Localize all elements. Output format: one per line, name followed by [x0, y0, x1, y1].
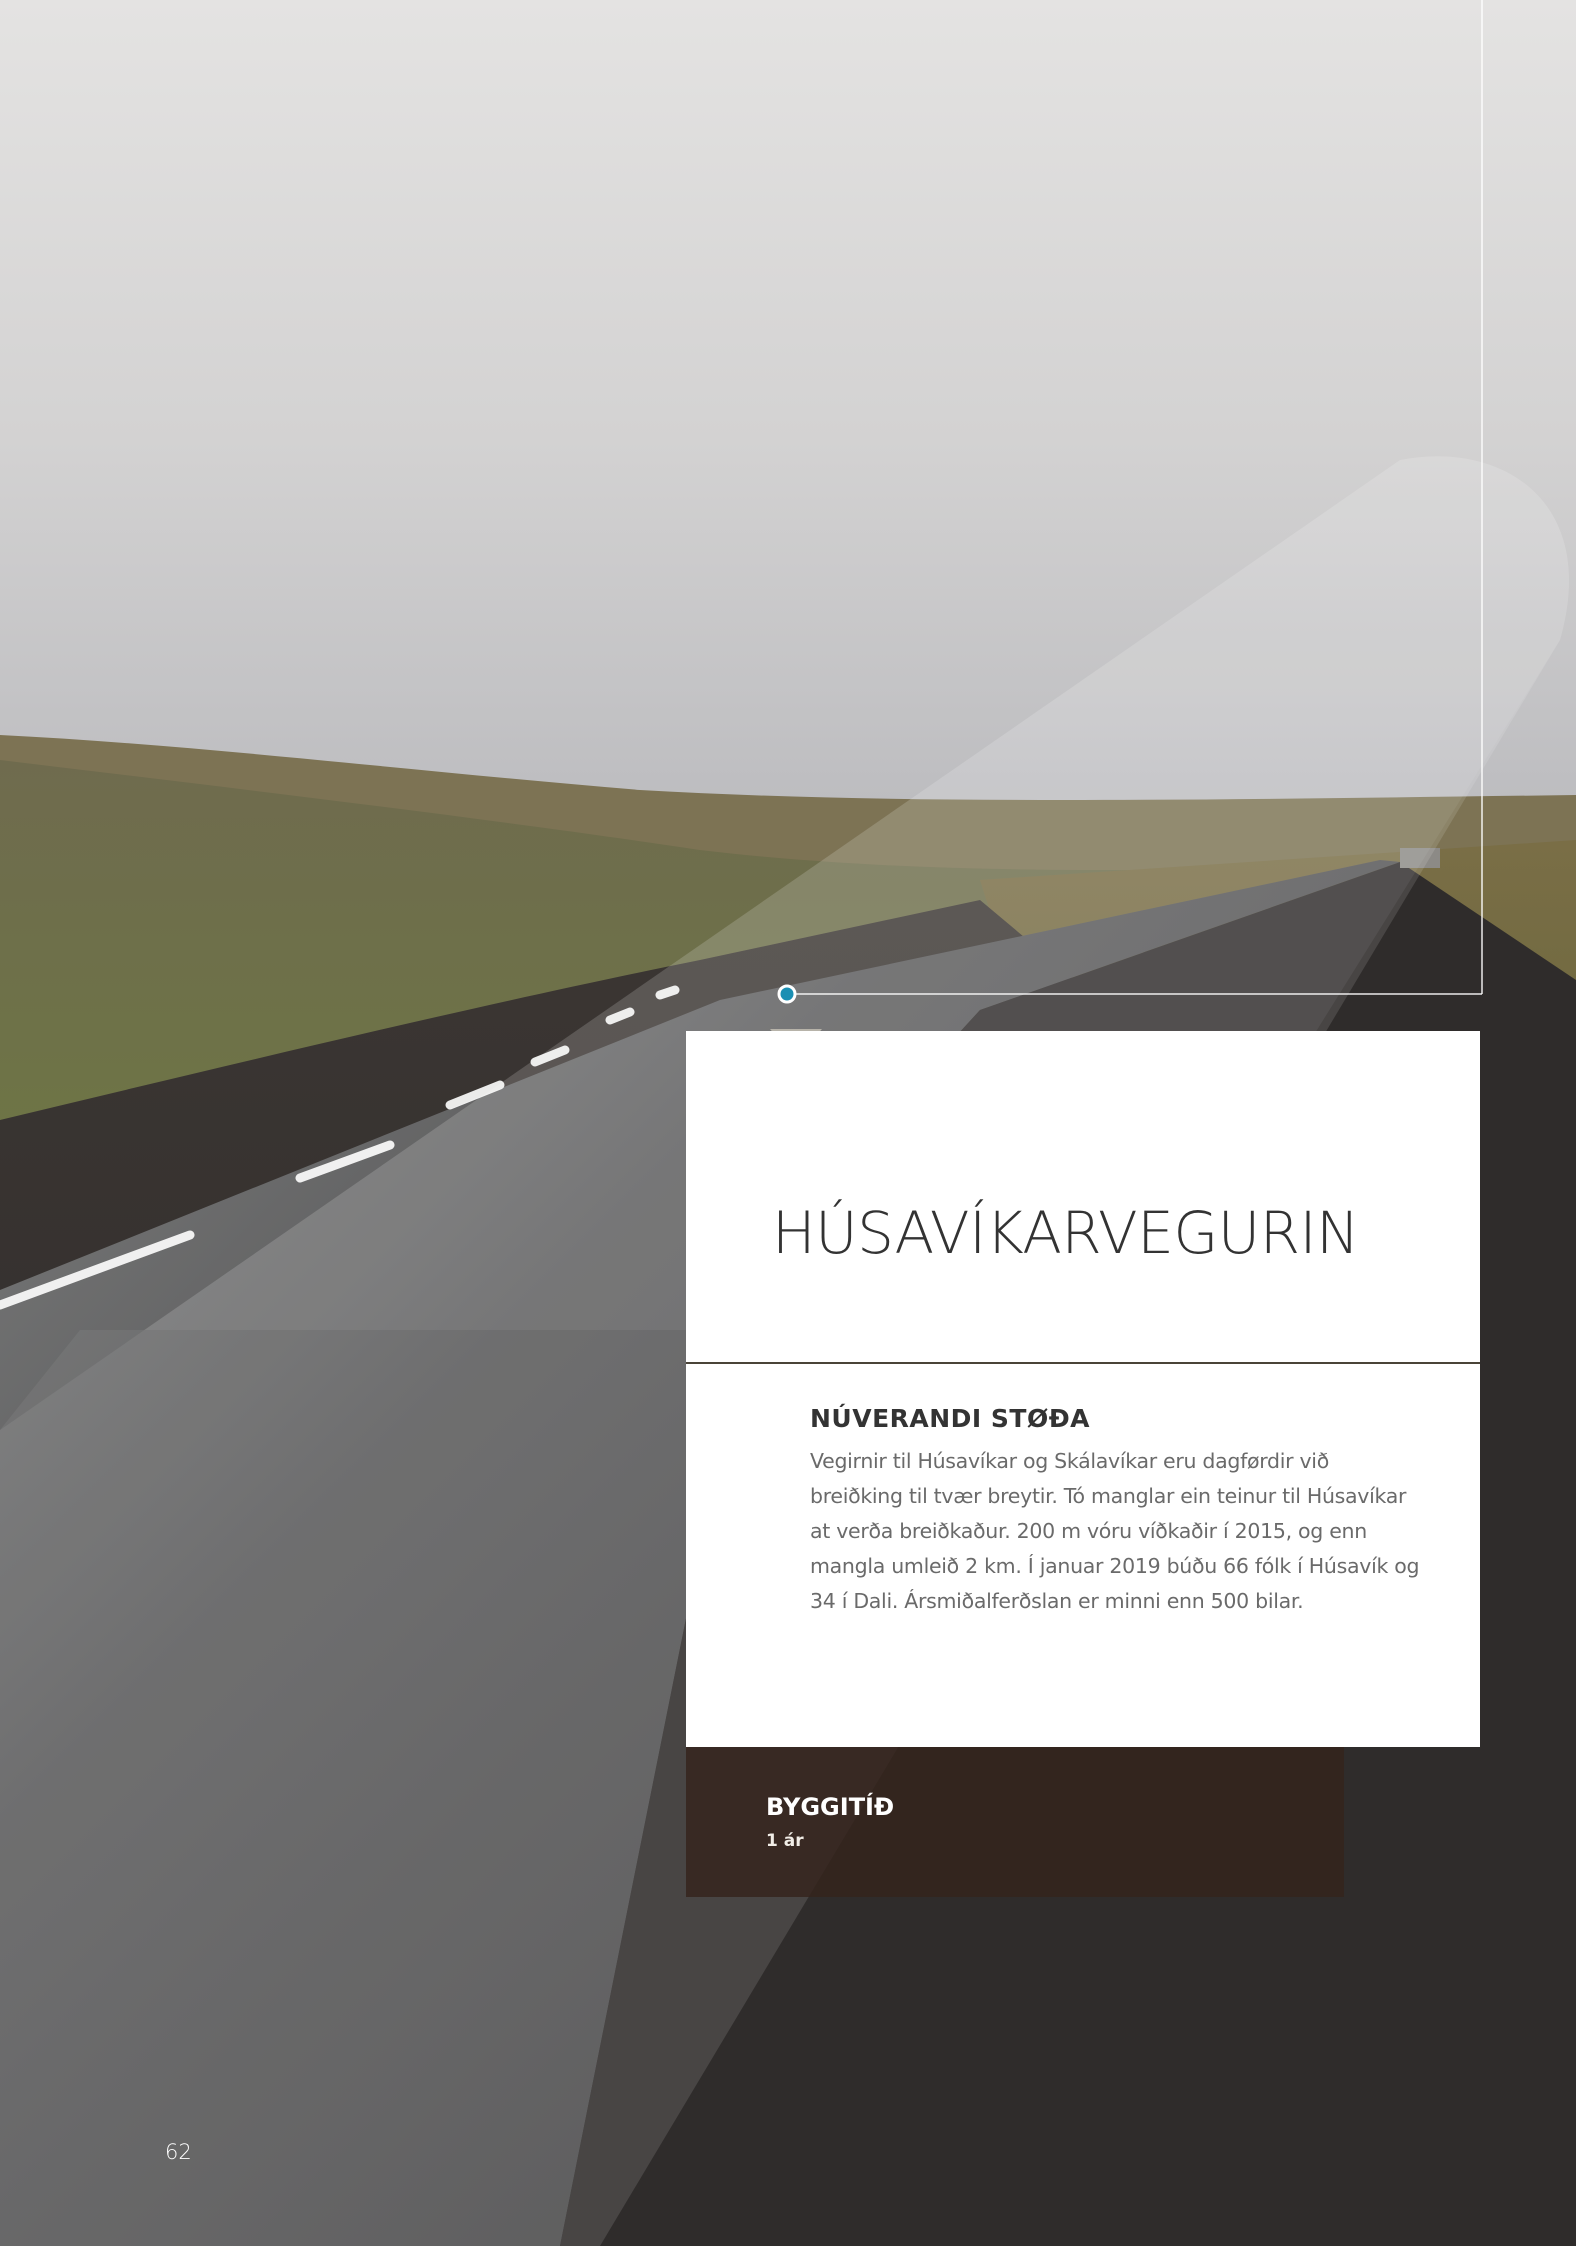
accent-dot — [777, 984, 797, 1004]
build-time-value: 1 ár — [766, 1831, 804, 1851]
page-title: HÚSAVÍKARVEGURIN — [772, 1199, 1360, 1267]
info-card: HÚSAVÍKARVEGURIN NÚVERANDI STØÐA Vegirni… — [686, 1031, 1480, 1747]
section-body-text: Vegirnir til Húsavíkar og Skálavíkar eru… — [810, 1449, 1420, 1613]
build-time-strip: BYGGITÍÐ 1 ár — [686, 1747, 1344, 1897]
page-number: 62 — [165, 2140, 192, 2164]
build-time-label: BYGGITÍÐ — [766, 1793, 895, 1821]
section-heading: NÚVERANDI STØÐA — [810, 1404, 1091, 1433]
divider — [686, 1362, 1480, 1364]
card-tab — [1346, 1715, 1418, 1747]
